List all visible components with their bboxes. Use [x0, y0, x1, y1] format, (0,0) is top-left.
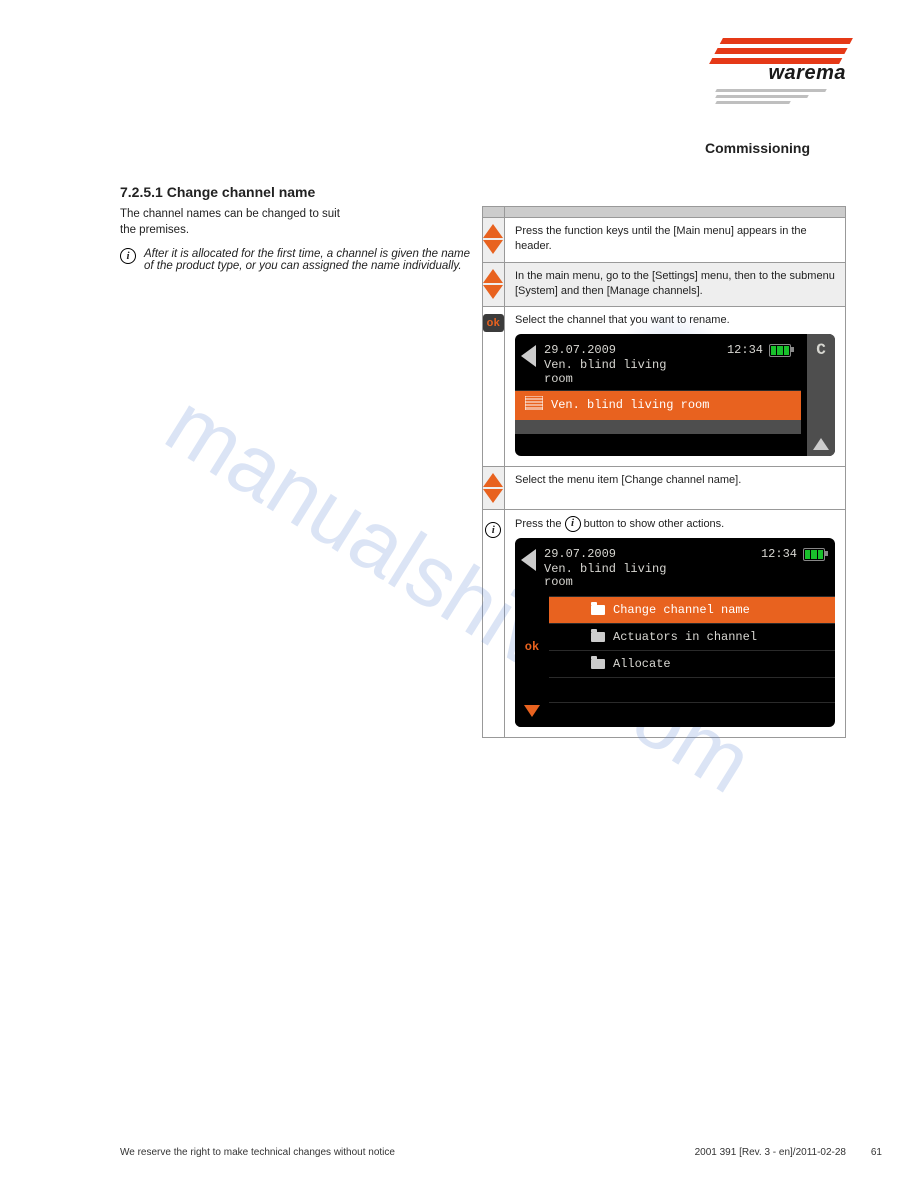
logo-text: warema [716, 62, 846, 85]
table-row: In the main menu, go to the [Settings] m… [482, 262, 845, 307]
footer-left-text: We reserve the right to make technical c… [120, 1147, 395, 1158]
list-item-empty [549, 702, 835, 727]
logo-shadow-icon [716, 89, 846, 104]
folder-icon [591, 632, 605, 642]
steps-table: Press the function keys until the [Main … [482, 206, 846, 738]
up-down-arrows-icon [483, 269, 503, 299]
list-item: Allocate [549, 650, 835, 677]
battery-icon [803, 548, 825, 561]
folder-icon [591, 605, 605, 615]
side-info-note: i After it is allocated for the first ti… [120, 248, 482, 272]
screen-left-bar: ok [515, 596, 549, 728]
back-arrow-icon [521, 549, 536, 571]
sidebar-up-arrow-icon [813, 438, 829, 450]
list-item-selected: Change channel name [549, 596, 835, 623]
step-text-suffix: button to show other actions. [581, 518, 725, 530]
screen-date: 29.07.2009 [544, 546, 616, 562]
screen-wave-icon [515, 420, 801, 456]
screen-title-line2: room [544, 372, 573, 386]
screen-sidebar: C [807, 334, 835, 456]
up-down-arrows-icon [483, 473, 503, 503]
screen-time: 12:34 [727, 342, 763, 358]
step-text-prefix: Press the [515, 518, 565, 530]
list-item-empty [549, 677, 835, 702]
device-screen-2: 29.07.2009 12:34 Ven. blind livingroom ok [515, 538, 835, 727]
footer-right-text: 2001 391 [Rev. 3 - en]/2011-02-28 [695, 1147, 846, 1158]
step-icon-cell [482, 218, 504, 263]
screen-title-line1: Ven. blind living [544, 562, 666, 576]
up-down-arrows-icon [483, 224, 503, 254]
folder-icon [591, 659, 605, 669]
intro-text: The channel names can be changed to suit… [120, 206, 350, 238]
page-number: 61 [871, 1147, 882, 1158]
side-info-text: After it is allocated for the first time… [144, 248, 482, 272]
screen-time: 12:34 [761, 546, 797, 562]
step-icon-cell: ok [482, 307, 504, 467]
brand-logo: warema [716, 38, 846, 104]
table-row: i Press the i button to show other actio… [482, 509, 845, 737]
screen-title-line1: Ven. blind living [544, 358, 666, 372]
table-row: Select the menu item [Change channel nam… [482, 466, 845, 509]
info-icon: i [120, 248, 136, 264]
leftbar-ok-label: ok [525, 639, 539, 655]
list-item: Actuators in channel [549, 623, 835, 650]
back-arrow-icon [521, 345, 536, 367]
step-text: Press the function keys until the [Main … [505, 218, 846, 263]
blind-icon [525, 396, 543, 415]
screen-title-line2: room [544, 575, 573, 589]
step-icon-cell [482, 262, 504, 307]
table-row: Press the function keys until the [Main … [482, 218, 845, 263]
step-icon-cell [482, 466, 504, 509]
list-item-label: Ven. blind living room [551, 397, 709, 413]
sidebar-c-label: C [816, 340, 826, 362]
step-text: Select the menu item [Change channel nam… [505, 466, 846, 509]
battery-icon [769, 344, 791, 357]
page-subtitle: Commissioning [120, 140, 846, 156]
ok-button-icon: ok [483, 314, 504, 332]
page-footer: We reserve the right to make technical c… [0, 1147, 918, 1158]
screen-date: 29.07.2009 [544, 342, 616, 358]
list-item-selected: Ven. blind living room [515, 390, 801, 420]
table-head-row [482, 207, 845, 218]
list-item-label: Actuators in channel [613, 629, 757, 645]
section-title: 7.2.5.1 Change channel name [120, 184, 846, 200]
step-text: In the main menu, go to the [Settings] m… [505, 262, 846, 307]
step-icon-cell: i [482, 509, 504, 737]
step-text-cell: Press the i button to show other actions… [505, 509, 846, 737]
info-icon: i [565, 516, 581, 532]
leftbar-down-arrow-icon [524, 705, 540, 717]
list-item-label: Allocate [613, 656, 671, 672]
info-icon: i [485, 522, 501, 538]
list-item-label: Change channel name [613, 602, 750, 618]
device-screen-1: 29.07.2009 12:34 Ven. blind livingroom [515, 334, 835, 456]
logo-stripes-icon [709, 38, 853, 64]
